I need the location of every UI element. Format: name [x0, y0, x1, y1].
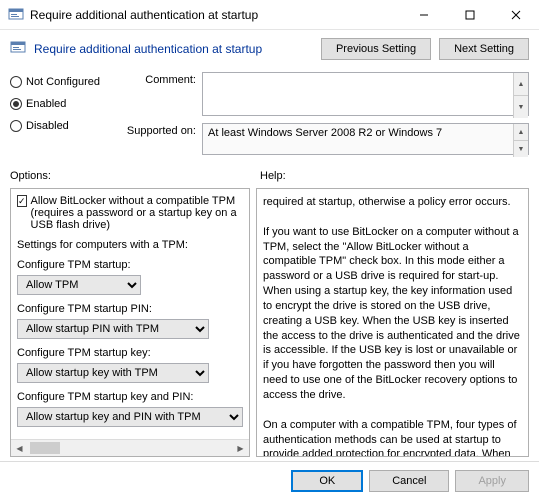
gpedit-icon [8, 7, 24, 23]
cfg-tpm-key-select[interactable]: Allow startup key with TPM [17, 363, 209, 383]
help-text: required at startup, otherwise a policy … [263, 195, 522, 456]
supported-on-text: At least Windows Server 2008 R2 or Windo… [202, 123, 529, 155]
scroll-thumb[interactable] [30, 442, 60, 454]
section-labels: Options: Help: [0, 168, 539, 184]
comment-input[interactable] [202, 72, 529, 116]
checkbox-icon: ✓ [17, 195, 27, 207]
chevron-left-icon[interactable]: ◀ [11, 440, 28, 456]
help-scroll[interactable]: required at startup, otherwise a policy … [257, 189, 528, 456]
allow-no-tpm-checkbox[interactable]: ✓ Allow BitLocker without a compatible T… [17, 195, 243, 231]
comment-spin[interactable]: ▲▼ [513, 73, 528, 118]
radio-icon [10, 120, 22, 132]
gpedit-icon [10, 40, 26, 59]
state-grid: Not Configured Enabled Disabled Comment:… [0, 68, 539, 168]
minimize-button[interactable] [401, 0, 447, 29]
cancel-button[interactable]: Cancel [369, 470, 449, 492]
comment-label: Comment: [126, 72, 196, 86]
chevron-up-icon[interactable]: ▲ [513, 73, 528, 95]
radio-label: Not Configured [26, 76, 100, 88]
cfg-tpm-startup-select[interactable]: Allow TPM [17, 275, 141, 295]
chevron-right-icon[interactable]: ▶ [232, 440, 249, 456]
policy-title: Require additional authentication at sta… [34, 42, 313, 56]
help-label: Help: [260, 170, 286, 182]
titlebar: Require additional authentication at sta… [0, 0, 539, 30]
next-setting-button[interactable]: Next Setting [439, 38, 529, 60]
radio-icon [10, 76, 22, 88]
window-title: Require additional authentication at sta… [30, 8, 401, 22]
cfg-tpm-pin-select[interactable]: Allow startup PIN with TPM [17, 319, 209, 339]
dialog-footer: OK Cancel Apply [0, 461, 539, 500]
previous-setting-button[interactable]: Previous Setting [321, 38, 431, 60]
chevron-down-icon: ▼ [513, 140, 528, 157]
radio-label: Disabled [26, 120, 69, 132]
chevron-down-icon[interactable]: ▼ [513, 95, 528, 118]
cfg-tpm-key-label: Configure TPM startup key: [17, 347, 243, 359]
maximize-button[interactable] [447, 0, 493, 29]
cfg-tpm-pin-label: Configure TPM startup PIN: [17, 303, 243, 315]
apply-button[interactable]: Apply [455, 470, 529, 492]
cfg-tpm-keypin-select[interactable]: Allow startup key and PIN with TPM [17, 407, 243, 427]
cfg-tpm-keypin-label: Configure TPM startup key and PIN: [17, 391, 243, 403]
checkbox-label: Allow BitLocker without a compatible TPM… [31, 195, 243, 231]
options-panel: ✓ Allow BitLocker without a compatible T… [10, 188, 250, 457]
help-panel: required at startup, otherwise a policy … [256, 188, 529, 457]
radio-icon [10, 98, 22, 110]
radio-enabled[interactable]: Enabled [10, 98, 120, 110]
close-button[interactable] [493, 0, 539, 29]
cfg-tpm-startup-label: Configure TPM startup: [17, 259, 243, 271]
radio-disabled[interactable]: Disabled [10, 120, 120, 132]
options-hscroll[interactable]: ◀ ▶ [11, 439, 249, 456]
options-label: Options: [10, 170, 250, 182]
ok-button[interactable]: OK [291, 470, 363, 492]
supported-spin: ▲▼ [513, 124, 528, 157]
radio-label: Enabled [26, 98, 66, 110]
tpm-section-label: Settings for computers with a TPM: [17, 239, 243, 251]
chevron-up-icon: ▲ [513, 124, 528, 140]
radio-not-configured[interactable]: Not Configured [10, 76, 120, 88]
header: Require additional authentication at sta… [0, 30, 539, 68]
supported-label: Supported on: [126, 123, 196, 137]
